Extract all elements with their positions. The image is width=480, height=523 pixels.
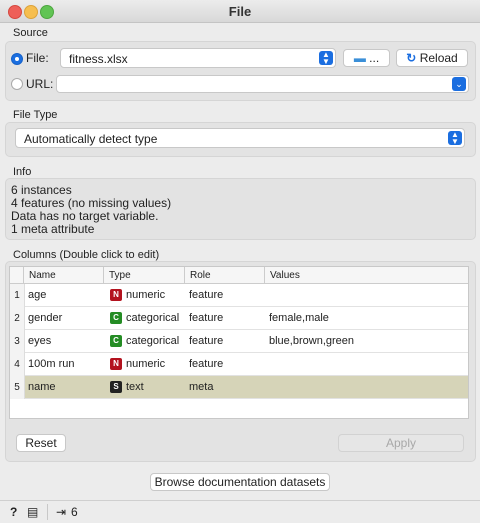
row-number: 2 xyxy=(10,307,25,330)
numeric-type-icon: N xyxy=(110,358,122,370)
column-header-name[interactable]: Name xyxy=(24,267,104,284)
cell-name: eyes xyxy=(28,335,52,347)
table-row-selected[interactable]: 5 name S text meta xyxy=(10,376,468,399)
row-number: 1 xyxy=(10,284,25,307)
title-bar: File xyxy=(0,0,480,23)
info-target: Data has no target variable. xyxy=(11,209,159,223)
table-row[interactable]: 3 eyes C categorical feature blue,brown,… xyxy=(10,330,468,353)
numeric-type-icon: N xyxy=(110,289,122,301)
cell-type: text xyxy=(126,381,144,393)
file-select-value: fitness.xlsx xyxy=(69,52,128,66)
row-number: 5 xyxy=(10,376,25,399)
categorical-type-icon: C xyxy=(110,335,122,347)
file-type-box: Automatically detect type ▲ ▼ xyxy=(5,122,476,157)
cell-type: numeric xyxy=(126,289,166,301)
file-radio[interactable] xyxy=(11,53,23,65)
string-type-icon: S xyxy=(110,381,122,393)
info-box: 6 instances 4 features (no missing value… xyxy=(5,178,476,240)
reload-icon: ↻ xyxy=(406,51,417,65)
window-title: File xyxy=(228,4,252,19)
cell-role: feature xyxy=(189,335,224,347)
help-icon[interactable]: ? xyxy=(10,505,17,519)
reload-button[interactable]: ↻ Reload xyxy=(396,49,468,67)
output-arrow-icon: ⇥ xyxy=(56,505,67,519)
apply-button[interactable]: Apply xyxy=(338,434,464,452)
cell-name: 100m run xyxy=(28,358,75,370)
table-row[interactable]: 4 100m run N numeric feature xyxy=(10,353,468,376)
cell-name: age xyxy=(28,289,47,301)
cell-values: female,male xyxy=(269,312,329,324)
reset-button[interactable]: Reset xyxy=(16,434,66,452)
url-radio[interactable] xyxy=(11,78,23,90)
status-bar: ? ▤ ⇥ 6 xyxy=(0,500,480,523)
column-header-type[interactable]: Type xyxy=(104,267,185,284)
url-label: URL: xyxy=(26,77,54,91)
cell-role: feature xyxy=(189,312,224,324)
categorical-type-icon: C xyxy=(110,312,122,324)
file-type-section-label: File Type xyxy=(13,109,58,121)
row-number: 3 xyxy=(10,330,25,353)
cell-values: blue,brown,green xyxy=(269,335,355,347)
cell-role: feature xyxy=(189,289,224,301)
browse-button[interactable]: ▬ ... xyxy=(343,49,390,67)
columns-table[interactable]: Name Type Role Values 1 age N numeric fe… xyxy=(9,266,469,419)
row-number: 4 xyxy=(10,353,25,376)
info-features: 4 features (no missing values) xyxy=(11,196,172,210)
row-header-corner xyxy=(10,267,24,284)
url-input[interactable]: ⌄ xyxy=(56,75,469,93)
file-label: File: xyxy=(26,51,49,65)
cell-name: gender xyxy=(28,312,63,324)
output-count: 6 xyxy=(71,505,78,519)
browse-documentation-datasets-button[interactable]: Browse documentation datasets xyxy=(150,473,330,491)
cell-type: categorical xyxy=(126,312,180,324)
columns-section-label: Columns (Double click to edit) xyxy=(13,249,160,261)
file-type-select-value: Automatically detect type xyxy=(24,132,158,146)
chevron-down-icon[interactable]: ⌄ xyxy=(452,77,466,91)
reload-button-label: Reload xyxy=(419,51,458,65)
source-section-label: Source xyxy=(13,27,48,39)
column-header-values[interactable]: Values xyxy=(265,267,468,284)
cell-role: meta xyxy=(189,381,214,393)
table-row[interactable]: 2 gender C categorical feature female,ma… xyxy=(10,307,468,330)
report-icon[interactable]: ▤ xyxy=(27,505,38,519)
cell-name: name xyxy=(28,381,56,393)
info-instances: 6 instances xyxy=(11,183,72,197)
info-meta: 1 meta attribute xyxy=(11,222,95,236)
chevron-updown-icon: ▲ ▼ xyxy=(448,131,462,146)
cell-role: feature xyxy=(189,358,224,370)
source-box: File: fitness.xlsx ▲ ▼ ▬ ... ↻ Reload URL… xyxy=(5,41,476,101)
cell-type: categorical xyxy=(126,335,180,347)
status-divider xyxy=(47,504,48,520)
cell-type: numeric xyxy=(126,358,166,370)
browse-button-label: ... xyxy=(369,51,380,65)
file-type-select[interactable]: Automatically detect type ▲ ▼ xyxy=(15,128,465,148)
file-select[interactable]: fitness.xlsx ▲ ▼ xyxy=(60,48,336,68)
chevron-updown-icon: ▲ ▼ xyxy=(319,51,333,66)
folder-icon: ▬ xyxy=(353,51,366,65)
info-section-label: Info xyxy=(13,166,32,178)
column-header-role[interactable]: Role xyxy=(185,267,265,284)
table-row[interactable]: 1 age N numeric feature xyxy=(10,284,468,307)
